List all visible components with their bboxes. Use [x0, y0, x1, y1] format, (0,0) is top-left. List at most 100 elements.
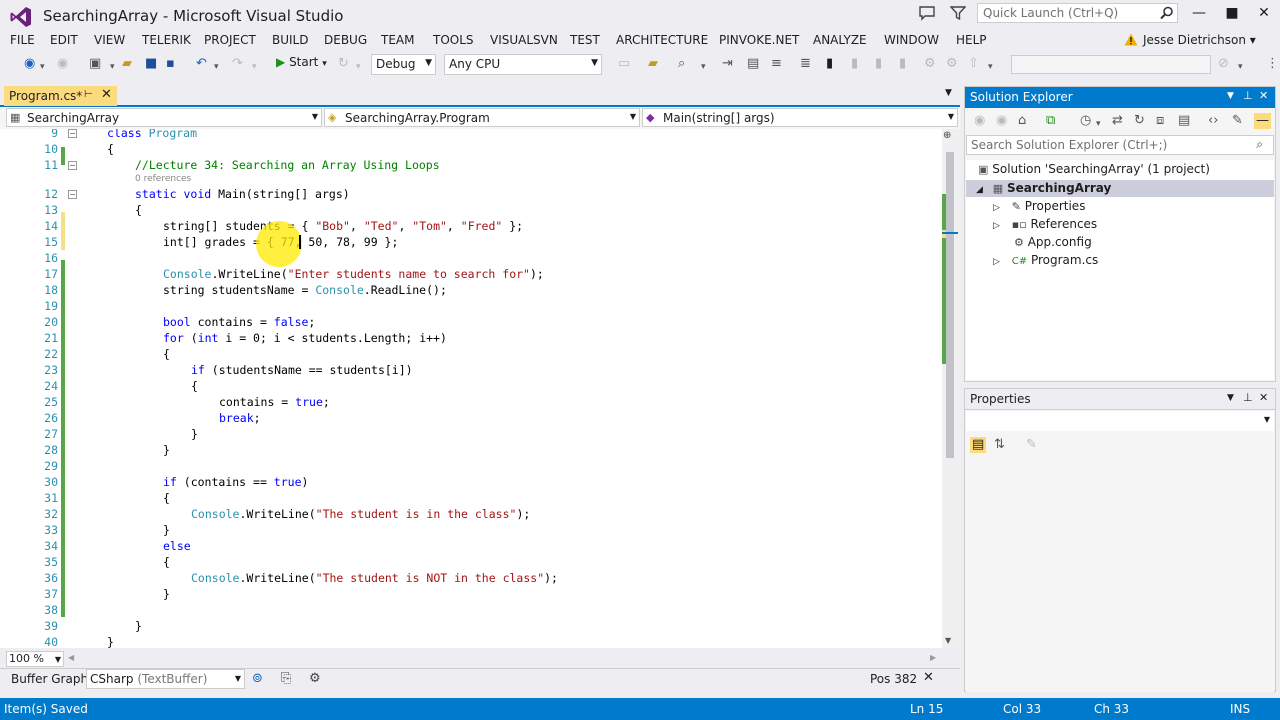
save-all-icon[interactable]: ▪ [166, 56, 175, 72]
find-in-files-icon[interactable]: ▰ [648, 56, 658, 72]
property-pages-icon[interactable]: ✎ [1026, 437, 1037, 453]
toolbar-options-icon[interactable]: ⋮ [1266, 56, 1279, 72]
pin-icon[interactable]: ⊥ [1243, 391, 1253, 404]
menu-debug[interactable]: DEBUG [324, 33, 367, 47]
code-editor[interactable]: 9 10 11 12 13 14 15 16 17 18 19 20 21 22… [0, 129, 942, 648]
menu-window[interactable]: WINDOW [884, 33, 939, 47]
class-dropdown[interactable]: ◈ SearchingArray.Program ▼ [324, 108, 640, 127]
view-code-icon[interactable]: ‹› [1208, 113, 1218, 129]
show-all-files-icon[interactable]: ▤ [1178, 113, 1190, 129]
menu-team[interactable]: TEAM [381, 33, 414, 47]
menu-architecture[interactable]: ARCHITECTURE [616, 33, 708, 47]
tree-node-app-config[interactable]: ⚙ App.config [1014, 233, 1092, 251]
toolbar-overflow-icon[interactable]: ▾ [988, 59, 993, 75]
back-dropdown-icon[interactable]: ▾ [40, 59, 45, 75]
bookmark-clear-icon[interactable]: ▮ [899, 56, 906, 72]
new-project-icon[interactable]: ▣ [89, 56, 101, 72]
scrollbar-thumb[interactable] [946, 152, 954, 458]
outline-collapse-icon[interactable]: − [68, 129, 77, 138]
tree-node-references[interactable]: ▷ ▪▫ References [993, 215, 1097, 233]
menu-project[interactable]: PROJECT [204, 33, 256, 47]
redo-icon[interactable]: ↷ [232, 56, 243, 72]
buffer-graph-tool-icon-2[interactable]: ⎘ [281, 671, 291, 686]
feedback-filter-icon[interactable] [950, 5, 966, 21]
tree-node-program-cs[interactable]: ▷ C# Program.cs [993, 251, 1098, 269]
close-buffer-graph-icon[interactable]: ✕ [923, 670, 934, 685]
refresh-dropdown-icon[interactable]: ▾ [356, 59, 361, 75]
pin-icon[interactable]: ⊥ [1243, 89, 1253, 102]
tree-node-project[interactable]: ◢ ▦ SearchingArray [976, 179, 1111, 197]
tree-node-properties[interactable]: ▷ ✎ Properties [993, 197, 1085, 215]
categorized-icon[interactable]: ▤ [970, 437, 987, 453]
redo-dropdown-icon[interactable]: ▾ [252, 59, 257, 75]
find-dropdown-icon[interactable]: ▾ [701, 59, 706, 75]
disabled-tool-icon-2[interactable]: ⚙ [946, 56, 958, 72]
indent-icon[interactable]: ≡ [771, 56, 782, 72]
disabled-action-icon[interactable]: ▭ [618, 56, 630, 72]
sync-with-document-icon[interactable]: ⧉ [1046, 113, 1055, 129]
disabled-tool-icon-4[interactable]: ⊘ [1218, 56, 1229, 72]
find-icon[interactable]: ⌕ [678, 56, 685, 72]
menu-tools[interactable]: TOOLS [433, 33, 474, 47]
menu-analyze[interactable]: ANALYZE [813, 33, 867, 47]
user-account-menu[interactable]: Jesse Dietrichson ▾ [1143, 33, 1256, 47]
start-debugging-button[interactable]: ▶ Start ▾ [276, 55, 327, 75]
solution-platform-dropdown[interactable]: Any CPU ▼ [444, 54, 602, 75]
refresh-icon[interactable]: ↻ [338, 56, 349, 72]
collapse-all-icon[interactable]: ⧈ [1156, 113, 1164, 129]
bookmark-prev-icon[interactable]: ▮ [851, 56, 858, 72]
navigate-back-icon[interactable]: ◉ [24, 56, 35, 72]
codelens-references[interactable]: 0 references [135, 174, 191, 184]
menu-file[interactable]: FILE [10, 33, 35, 47]
home-icon[interactable]: ⌂ [1018, 113, 1026, 129]
disabled-tool-icon-1[interactable]: ⚙ [924, 56, 936, 72]
close-panel-icon[interactable]: ✕ [1259, 391, 1268, 404]
undo-icon[interactable]: ↶ [196, 56, 207, 72]
refresh-icon[interactable]: ⇄ [1112, 113, 1123, 129]
zoom-level-dropdown[interactable]: 100 % ▼ [6, 651, 64, 667]
buffer-graph-dropdown[interactable]: CSharp (TextBuffer) ▼ [86, 669, 245, 689]
back-icon[interactable]: ◉ [974, 113, 985, 129]
editor-horizontal-scrollbar[interactable] [0, 650, 960, 667]
properties-wrench-icon[interactable]: ✎ [1232, 113, 1243, 129]
close-tab-icon[interactable]: ✕ [101, 87, 112, 102]
solution-explorer-search-input[interactable]: Search Solution Explorer (Ctrl+;) ⌕ [966, 135, 1274, 155]
new-dropdown-icon[interactable]: ▾ [110, 59, 115, 75]
menu-pinvoke[interactable]: PINVOKE.NET [719, 33, 799, 47]
close-panel-icon[interactable]: ✕ [1259, 89, 1268, 102]
forward-icon[interactable]: ◉ [996, 113, 1007, 129]
toolbar-combo-box[interactable] [1011, 55, 1211, 74]
menu-build[interactable]: BUILD [272, 33, 308, 47]
open-file-icon[interactable]: ▰ [122, 56, 132, 72]
refresh-all-icon[interactable]: ↻ [1134, 113, 1145, 129]
comment-icon[interactable]: ▤ [747, 56, 759, 72]
disabled-tool-icon-3[interactable]: ⇧ [968, 56, 979, 72]
buffer-graph-tool-icon-3[interactable]: ⚙ [309, 671, 321, 686]
bookmark-icon[interactable]: ▮ [826, 56, 833, 72]
solution-configuration-dropdown[interactable]: Debug ▼ [371, 54, 436, 75]
outline-collapse-icon[interactable]: − [68, 161, 77, 170]
format-icon[interactable]: ≣ [800, 56, 811, 72]
scroll-right-icon[interactable]: ▶ [930, 653, 936, 662]
bookmark-next-icon[interactable]: ▮ [875, 56, 882, 72]
close-button[interactable]: ✕ [1250, 4, 1278, 22]
pin-tab-icon[interactable]: ⊢ [84, 89, 93, 100]
project-dropdown[interactable]: ▦ SearchingArray ▼ [6, 108, 322, 127]
split-editor-icon[interactable]: ⊕ [943, 130, 951, 141]
properties-object-dropdown[interactable]: ▼ [966, 411, 1274, 431]
undo-dropdown-icon[interactable]: ▾ [214, 59, 219, 75]
panel-dropdown-icon[interactable]: ▼ [1227, 91, 1234, 101]
save-icon[interactable]: ■ [145, 56, 157, 72]
navigate-forward-icon[interactable]: ◉ [57, 56, 68, 72]
minimize-button[interactable]: — [1185, 4, 1213, 22]
pending-changes-filter-icon[interactable]: ◷ [1080, 113, 1091, 129]
preview-selected-items-icon[interactable]: — [1254, 113, 1271, 129]
alphabetical-icon[interactable]: ⇅ [994, 437, 1005, 453]
step-into-icon[interactable]: ⇥ [722, 56, 733, 72]
maximize-button[interactable]: ■ [1218, 4, 1246, 22]
scroll-down-icon[interactable]: ▼ [945, 636, 951, 645]
tab-list-dropdown-icon[interactable]: ▼ [945, 88, 952, 98]
menu-visualsvn[interactable]: VISUALSVN [490, 33, 558, 47]
buffer-graph-tool-icon-1[interactable]: ⊚ [252, 671, 263, 686]
outline-collapse-icon[interactable]: − [68, 190, 77, 199]
